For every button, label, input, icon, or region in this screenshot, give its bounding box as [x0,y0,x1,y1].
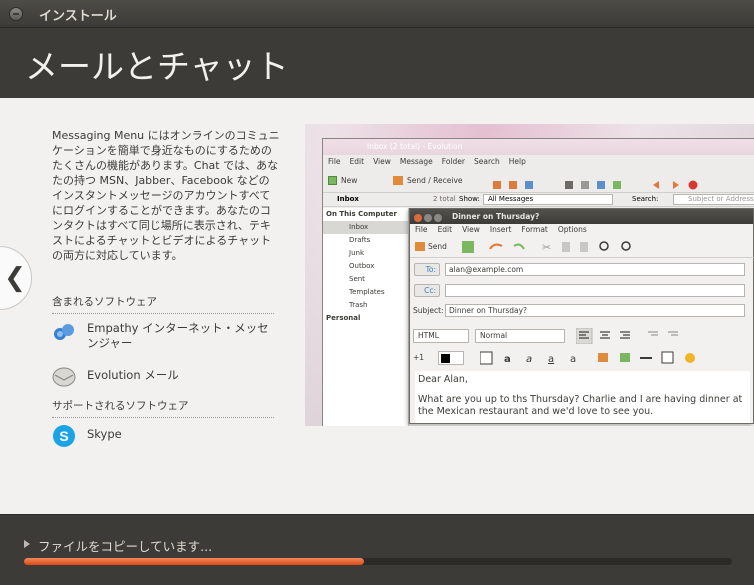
evolution-screenshot: Inbox (2 total) - Evolution File Edit View… [305,124,754,426]
color-select [438,351,464,365]
slide-description: Messaging Menu にはオンラインのコミュニケーションを簡単で身近なも… [52,129,280,262]
progress-label: ファイルをコピーしています... [38,539,213,554]
window-title: インストール [39,9,117,24]
body-greeting: Dear Alan, [418,374,468,385]
page-title: メールとチャット [25,47,289,86]
folder-item: Sent [349,275,365,283]
font-size-select: +1 [413,353,425,362]
svg-text:a: a [526,354,532,365]
app-name: Empathy インターネット・メッセンジャー [87,321,269,350]
format-bar: HTML Normal [410,327,754,345]
cc-button: Cc: [414,284,440,297]
alignment-icons [575,327,696,346]
menu-item: Help [508,157,526,166]
app-name: Evolution メール [87,368,179,382]
folder-account: On This Computer [326,210,397,218]
menu-item: Edit [349,157,365,166]
folder-item: Trash [349,301,368,309]
expand-triangle-icon[interactable] [24,540,30,548]
evolution-icon [52,364,76,388]
slide-content: Messaging Menu にはオンラインのコミュニケーションを簡単で身近なも… [0,98,754,514]
paragraph-style-select: Normal [475,329,565,343]
to-button: To: [414,263,440,276]
subject-row: Subject: Dinner on Thursday? [410,304,754,319]
svg-text:a: a [570,354,576,365]
text-style-icons: aaaa [479,351,730,369]
folder-header-bar: Inbox 2 total Show: All Messages Search:… [323,193,754,207]
svg-text:S: S [59,428,68,444]
show-label: Show: [459,195,480,203]
included-software-header: 含まれるソフトウェア [52,294,274,314]
body-text: What are you up to ths Thursday? Charlie… [418,394,743,417]
folder-item: Inbox [323,221,408,234]
folder-header: Inbox [337,195,359,203]
menu-item: View [462,225,480,234]
evolution-title: Inbox (2 total) - Evolution [323,139,754,155]
new-icon [328,176,337,185]
folder-item: Templates [349,288,385,296]
to-field: alan@example.com [445,263,745,276]
compose-title: Dinner on Thursday? [452,212,540,221]
previous-slide-button[interactable]: ❮ [0,246,32,310]
compose-toolbar: Send ✂ [410,236,754,258]
folder-item: Drafts [349,236,371,244]
compose-dialog: Dinner on Thursday? File Edit View Insert Fo… [409,208,754,424]
progress-area: ファイルをコピーしています... [0,514,754,585]
chevron-left-icon: ❮ [4,263,26,293]
skype-icon: S [52,424,76,448]
empathy-icon [52,320,76,344]
window-controls [414,212,444,227]
to-row: To: alan@example.com [410,263,754,278]
folder-tree: On This Computer Inbox Drafts Junk Outbo… [323,208,409,426]
window-close-button[interactable] [9,7,23,21]
cc-field [445,284,745,297]
progress-fill [24,558,364,565]
menu-item: View [373,157,391,166]
app-skype: S Skype [52,422,282,452]
cc-row: Cc: [410,284,754,299]
search-input: Subject or Addresses [673,194,754,205]
style-bar: +1 a a a a [410,350,754,368]
menu-item: Insert [489,225,512,234]
compose-titlebar: Dinner on Thursday? [410,209,753,224]
menu-item: Options [557,225,587,234]
search-label: Search: [632,195,659,203]
send-receive-label: Send / Receive [407,176,463,185]
app-evolution: Evolution メール [52,362,282,392]
send-receive-icon [393,176,403,185]
menu-item: Format [521,225,548,234]
subject-field: Dinner on Thursday? [445,304,745,317]
total-count: 2 total [433,195,456,203]
send-label: Send [428,242,447,251]
menu-item: Search [473,157,500,166]
subject-label: Subject: [413,306,444,315]
menu-item: Folder [441,157,465,166]
app-name: Skype [87,427,122,441]
compose-tool-icons: ✂ [462,240,662,256]
supported-software-header: サポートされるソフトウェア [52,398,274,418]
new-label: New [341,176,358,185]
menu-item: Message [399,157,433,166]
message-body: Dear Alan, What are you up to ths Thursd… [415,371,750,423]
page-header: メールとチャット [0,28,754,98]
folder-item: Outbox [349,262,375,270]
menu-item: File [328,157,341,166]
show-select: All Messages [483,194,613,205]
send-icon [415,242,425,251]
evolution-toolbar: New Send / Receive [323,169,754,193]
evolution-menubar: File Edit View Message Folder Search Help [323,155,754,169]
toolbar-icons [493,176,698,190]
folder-account: Personal [326,314,361,322]
progress-bar [24,558,732,565]
window-titlebar: インストール [0,0,754,28]
svg-text:a: a [548,354,554,365]
folder-item: Junk [349,249,364,257]
app-empathy: Empathy インターネット・メッセンジャー [52,318,282,350]
format-select: HTML [413,329,469,343]
compose-menubar: File Edit View Insert Format Options [410,224,753,236]
svg-text:a: a [504,354,511,365]
svg-text:✂: ✂ [542,241,551,254]
